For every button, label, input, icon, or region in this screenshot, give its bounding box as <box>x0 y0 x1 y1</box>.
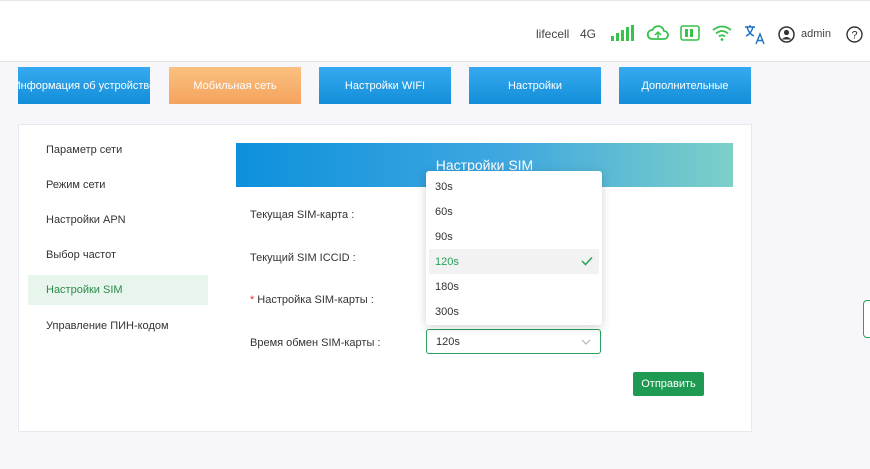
nav-settings[interactable]: Настройки <box>469 67 601 104</box>
language-icon[interactable] <box>744 23 766 45</box>
username[interactable]: admin <box>801 28 831 40</box>
wifi-icon[interactable] <box>712 25 732 41</box>
option-60s[interactable]: 60s <box>429 199 599 224</box>
switch-time-label: Время обмен SIM-карты : <box>250 337 381 349</box>
operator-name: lifecell <box>536 27 570 41</box>
sidebar-item-sim-settings[interactable]: Настройки SIM <box>28 275 208 305</box>
switch-time-value: 120s <box>436 335 460 348</box>
nav-device-info[interactable]: Информация об устройстве <box>18 67 150 104</box>
cloud-sync-icon[interactable] <box>646 23 670 43</box>
sim-icon[interactable] <box>680 25 700 41</box>
nav-mobile-network[interactable]: Мобильная сеть <box>169 67 301 104</box>
switch-time-select[interactable]: 120s <box>426 329 601 354</box>
option-120s[interactable]: 120s <box>429 249 599 274</box>
signal-icon <box>611 25 634 41</box>
option-300s[interactable]: 300s <box>429 299 599 324</box>
sidebar-item-network-params[interactable]: Параметр сети <box>28 135 208 165</box>
sim-setting-label-wrap: * Настройка SIM-карты : <box>250 294 374 306</box>
option-90s[interactable]: 90s <box>429 224 599 249</box>
top-header: lifecell 4G admin ? <box>0 0 870 62</box>
help-icon[interactable]: ? <box>846 26 863 43</box>
sim-setting-label: Настройка SIM-карты : <box>257 294 374 306</box>
user-icon[interactable] <box>778 26 795 43</box>
option-30s[interactable]: 30s <box>429 174 599 199</box>
sidebar-item-pin-management[interactable]: Управление ПИН-кодом <box>28 311 208 341</box>
switch-time-dropdown: 30s 60s 90s 120s 180s 300s <box>426 171 602 325</box>
current-sim-label: Текущая SIM-карта : <box>250 209 355 221</box>
network-type: 4G <box>580 27 597 41</box>
option-180s[interactable]: 180s <box>429 274 599 299</box>
nav-wifi-settings[interactable]: Настройки WIFI <box>319 67 451 104</box>
sidebar-item-apn-settings[interactable]: Настройки APN <box>28 205 208 235</box>
svg-text:?: ? <box>851 30 857 42</box>
sidebar-item-band-selection[interactable]: Выбор частот <box>28 240 208 270</box>
side-float-tab[interactable] <box>863 300 870 338</box>
required-mark: * <box>250 294 255 306</box>
nav-advanced[interactable]: Дополнительные <box>619 67 751 104</box>
iccid-label: Текущий SIM ICCID : <box>250 252 356 264</box>
sidebar-item-network-mode[interactable]: Режим сети <box>28 170 208 200</box>
submit-button[interactable]: Отправить <box>633 372 704 396</box>
check-icon <box>581 256 593 266</box>
chevron-down-icon <box>581 339 591 345</box>
